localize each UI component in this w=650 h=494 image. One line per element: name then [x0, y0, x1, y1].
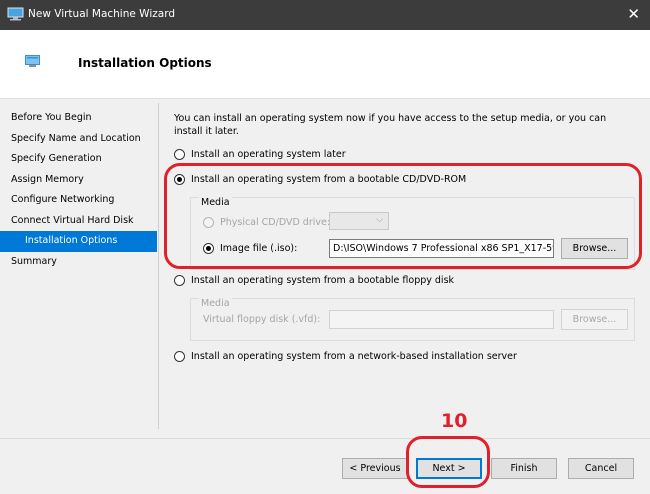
floppy-media-group: Media Virtual floppy disk (.vfd): Browse…	[190, 298, 635, 341]
virtual-machine-icon	[7, 7, 24, 21]
virtual-floppy-input[interactable]	[329, 310, 554, 329]
window-title: New Virtual Machine Wizard	[28, 8, 175, 20]
browse-floppy-button[interactable]: Browse...	[561, 309, 628, 330]
image-file-option[interactable]: Image file (.iso):	[203, 241, 297, 255]
nav-item-assign-memory[interactable]: Assign Memory	[0, 170, 157, 191]
nav-item-summary[interactable]: Summary	[0, 252, 157, 273]
install-later-label: Install an operating system later	[191, 148, 346, 160]
previous-button[interactable]: < Previous	[342, 458, 408, 479]
install-later-radio[interactable]	[174, 148, 185, 160]
footer-divider	[0, 438, 650, 439]
nav-item-specify-generation[interactable]: Specify Generation	[0, 149, 157, 170]
install-floppy-label: Install an operating system from a boota…	[191, 274, 455, 286]
nav-item-connect-virtual-hard-disk[interactable]: Connect Virtual Hard Disk	[0, 211, 157, 232]
wizard-header: Installation Options	[0, 30, 650, 99]
physical-drive-radio[interactable]	[203, 216, 214, 228]
install-cd-dvd-label: Install an operating system from a boota…	[191, 173, 467, 185]
next-button[interactable]: Next >	[416, 458, 482, 479]
install-floppy-radio[interactable]	[174, 274, 185, 286]
intro-text: You can install an operating system now …	[174, 113, 607, 137]
floppy-media-label: Media	[199, 298, 232, 310]
nav-item-specify-name-location[interactable]: Specify Name and Location	[0, 129, 157, 150]
nav-divider	[158, 103, 159, 429]
page-title: Installation Options	[78, 56, 212, 70]
virtual-floppy-label: Virtual floppy disk (.vfd):	[203, 314, 321, 325]
cancel-button[interactable]: Cancel	[568, 458, 634, 479]
install-floppy-option[interactable]: Install an operating system from a boota…	[174, 273, 454, 287]
nav-item-installation-options[interactable]: Installation Options	[0, 231, 157, 252]
cd-dvd-media-group: Media Physical CD/DVD drive: ⌵ Image fil…	[190, 197, 635, 270]
step-number-annotation: 10	[441, 410, 468, 432]
install-cd-dvd-radio[interactable]	[174, 173, 185, 185]
install-network-label: Install an operating system from a netwo…	[191, 350, 517, 362]
finish-button[interactable]: Finish	[491, 458, 557, 479]
nav-item-before-you-begin[interactable]: Before You Begin	[0, 108, 157, 129]
wizard-steps-nav: Before You Begin Specify Name and Locati…	[0, 108, 157, 272]
install-later-option[interactable]: Install an operating system later	[174, 147, 346, 161]
close-icon[interactable]: ✕	[627, 5, 640, 23]
image-file-label: Image file (.iso):	[220, 242, 298, 254]
title-bar: New Virtual Machine Wizard ✕	[0, 0, 650, 30]
install-cd-dvd-option[interactable]: Install an operating system from a boota…	[174, 172, 466, 186]
physical-drive-label: Physical CD/DVD drive:	[220, 216, 331, 228]
chevron-down-icon: ⌵	[376, 215, 383, 225]
cd-dvd-media-label: Media	[199, 197, 232, 209]
browse-iso-button[interactable]: Browse...	[561, 238, 628, 259]
monitor-icon	[25, 55, 40, 67]
nav-item-configure-networking[interactable]: Configure Networking	[0, 190, 157, 211]
install-network-option[interactable]: Install an operating system from a netwo…	[174, 349, 517, 363]
image-file-radio[interactable]	[203, 242, 214, 254]
image-file-path-input[interactable]: D:\ISO\Windows 7 Professional x86 SP1_X1…	[329, 239, 554, 258]
install-network-radio[interactable]	[174, 350, 185, 362]
physical-drive-option[interactable]: Physical CD/DVD drive:	[203, 215, 330, 229]
physical-drive-select[interactable]: ⌵	[329, 212, 389, 230]
